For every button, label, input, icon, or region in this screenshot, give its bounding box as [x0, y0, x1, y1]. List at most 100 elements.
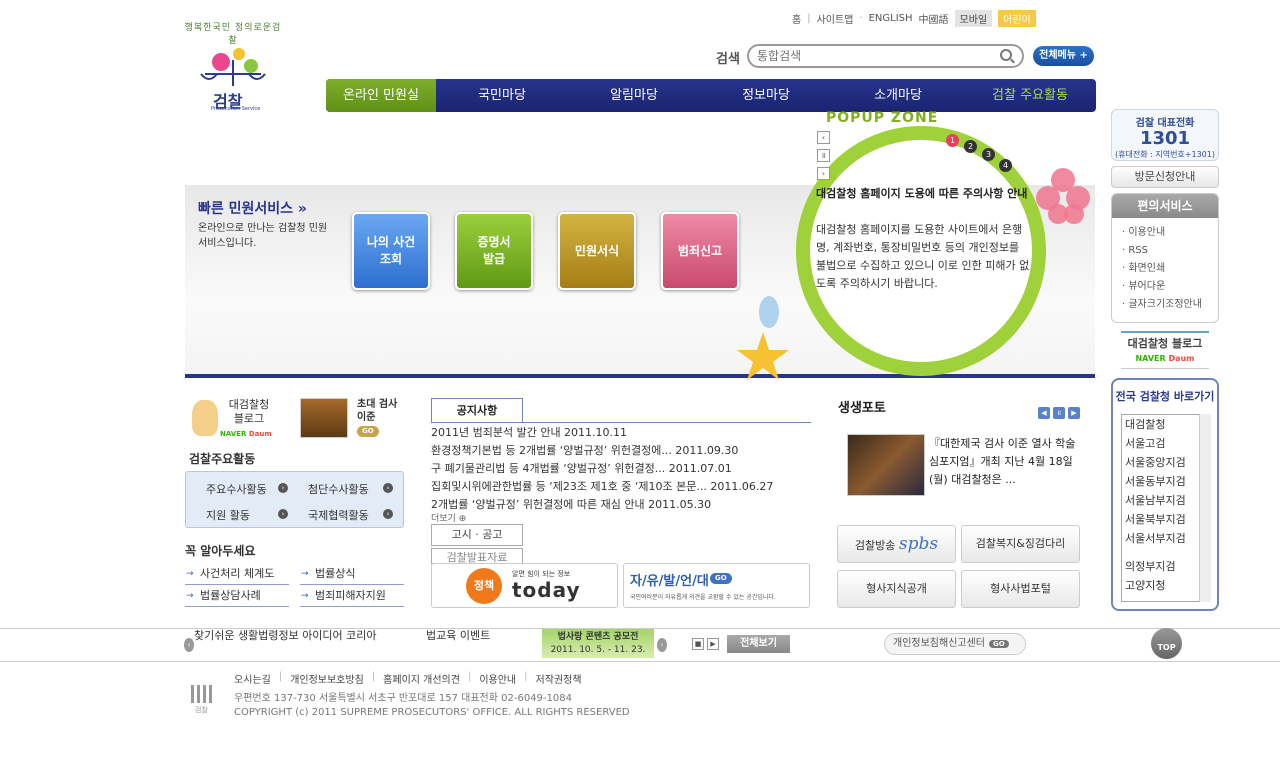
kids-link[interactable]: 어린이 [998, 9, 1036, 27]
spbs-button[interactable]: 검찰방송 spbs [837, 525, 956, 563]
know-victim-support[interactable]: 범죄피해자지원 [300, 585, 404, 607]
nav-online-civil[interactable]: 온라인 민원실 [326, 79, 436, 112]
free-speech-banner[interactable]: 자/유/발/언/대 GO 국민여러분이 자유롭게 의견을 교환할 수 있는 공간… [623, 563, 810, 608]
office-item[interactable]: 서울중앙지검 [1122, 453, 1210, 472]
notice-item[interactable]: 환경정책기본법 등 2개법률 ‘양벌규정’ 위헌결정에... 2011.09.3… [431, 442, 811, 460]
visit-guide-button[interactable]: 방문신청안내 [1111, 166, 1219, 188]
popup-page-3[interactable]: 3 [982, 148, 995, 161]
civil-form-button[interactable]: 민원서식 [558, 212, 636, 290]
law-contest-banner[interactable]: 법사랑 콘텐츠 공모전 2011. 10. 5. - 11. 23. [542, 629, 654, 658]
photo-thumbnail[interactable] [847, 434, 925, 496]
site-logo[interactable]: 행복한국민 정의로운검찰 검찰 Prosecution Service [183, 20, 283, 115]
free-speech-title: 자/유/발/언/대 [630, 574, 709, 589]
office-item[interactable]: 서울동부지검 [1122, 472, 1210, 491]
view-all-button[interactable]: 전체보기 [727, 635, 790, 653]
nav-citizen[interactable]: 국민마당 [436, 79, 568, 112]
chinese-link[interactable]: 中國語 [919, 11, 949, 26]
know-law-basics[interactable]: 법률상식 [300, 563, 404, 585]
search-box [747, 44, 1024, 68]
blog-box-left[interactable]: 대검찰청 블로그 NAVER Daum [190, 398, 280, 442]
nav-notice[interactable]: 알림마당 [568, 79, 700, 112]
popup-next-button[interactable]: › [817, 167, 830, 180]
notice-item[interactable]: 2개법률 ‘양벌규정’ 위헌결정에 따른 재심 안내 2011.05.30 [431, 496, 811, 514]
search-label: 검색 [716, 52, 740, 67]
conv-guide[interactable]: · 이용안내 [1122, 224, 1208, 242]
home-link[interactable]: 홈 [792, 11, 801, 26]
know-case-flow[interactable]: 사건처리 체계도 [185, 563, 289, 585]
crime-report-button[interactable]: 범죄신고 [661, 212, 739, 290]
activity-hightech[interactable]: 첨단수사활동 [308, 481, 369, 497]
conv-fontsize[interactable]: · 글자크기조정안내 [1122, 296, 1208, 314]
justice-portal-button[interactable]: 형사사법포털 [961, 570, 1080, 608]
full-menu-button[interactable]: 전체메뉴 + [1033, 46, 1094, 66]
sitemap-link[interactable]: 사이트맵 [817, 11, 854, 26]
office-item[interactable]: 서울서부지검 [1122, 529, 1210, 548]
footer-directions[interactable]: 오시는길 [234, 671, 271, 686]
activity-main[interactable]: 주요수사활동 [206, 481, 267, 497]
footer-privacy[interactable]: 개인정보보호방침 [290, 671, 364, 686]
notice-more-link[interactable]: 더보기 ⊕ [431, 511, 466, 524]
ticker-item[interactable]: 법교육 이벤트 [426, 628, 490, 644]
my-case-button[interactable]: 나의 사건 조회 [352, 212, 430, 290]
notice-item[interactable]: 2011년 범죄분석 발간 안내 2011.10.11 [431, 424, 811, 442]
ticker-prev-icon[interactable]: ‹ [184, 638, 194, 652]
conv-viewer[interactable]: · 뷰어다운 [1122, 278, 1208, 296]
popup-page-2[interactable]: 2 [964, 140, 977, 153]
footer-guide[interactable]: 이용안내 [479, 671, 516, 686]
knowledge-button[interactable]: 형사지식공개 [837, 570, 956, 608]
office-list[interactable]: 대검찰청 서울고검 서울중앙지검 서울동부지검 서울남부지검 서울북부지검 서울… [1121, 414, 1211, 602]
english-link[interactable]: ENGLISH [869, 13, 913, 24]
certificate-button[interactable]: 증명서 발급 [455, 212, 533, 290]
policy-today-banner[interactable]: 정책 알면 힘이 되는 정보 today [431, 563, 618, 608]
welfare-button[interactable]: 검찰복지&징검다리 [961, 525, 1080, 563]
tab-press-release[interactable]: 검찰발표자료 [431, 548, 523, 564]
office-item[interactable]: 서울남부지검 [1122, 491, 1210, 510]
footer-address-line: 우편번호 137-730 서울특별시 서초구 반포대로 157 대표전화 02-… [234, 693, 572, 704]
office-item[interactable] [1122, 548, 1210, 557]
activities-box: 주요수사활동 › 첨단수사활동 › 지원 활동 › 국제협력활동 › [185, 471, 404, 528]
photo-pause-button[interactable]: ॥ [1053, 407, 1065, 419]
activity-international[interactable]: 국제협력활동 [308, 507, 369, 523]
office-list-scrollbar[interactable] [1199, 414, 1211, 602]
tab-announcement[interactable]: 고시 · 공고 [431, 524, 523, 546]
nav-intro[interactable]: 소개마당 [832, 79, 964, 112]
search-input[interactable] [757, 48, 987, 64]
ticker-stop-button[interactable]: ■ [692, 638, 704, 650]
popup-zone-title: POPUP ZONE [826, 110, 939, 126]
popup-page-4[interactable]: 4 [999, 159, 1012, 172]
photo-prev-button[interactable]: ◀ [1038, 407, 1050, 419]
tab-notice[interactable]: 공지사항 [431, 398, 523, 423]
first-prosecutor-box[interactable]: 초대 검사 이준 GO [300, 398, 400, 442]
activity-support[interactable]: 지원 활동 [206, 507, 250, 523]
office-item[interactable]: 고양지청 [1122, 576, 1210, 595]
photo-caption[interactable]: 『대한제국 검사 이준 열사 학술심포지엄』개최 지난 4월 18일(월) 대검… [929, 435, 1084, 489]
ticker-play-button[interactable]: ▶ [707, 638, 719, 650]
mobile-link[interactable]: 모바일 [954, 9, 993, 27]
footer-links: 오시는길 | 개인정보보호방침 | 홈페이지 개선의견 | 이용안내 | 저작권정책 [234, 671, 582, 686]
ticker-next-icon[interactable]: › [657, 638, 667, 652]
notice-item[interactable]: 구 폐기물관리법 등 4개법률 ‘양벌규정’ 위헌결정... 2011.07.0… [431, 460, 811, 478]
popup-prev-button[interactable]: ‹ [817, 131, 830, 144]
office-item[interactable]: 의정부지검 [1122, 557, 1210, 576]
notice-item[interactable]: 집회및시위에관한법률 등 ‘제23조 제1호 중 ‘제10조 본문... 201… [431, 478, 811, 496]
nav-info[interactable]: 정보마당 [700, 79, 832, 112]
nav-activities[interactable]: 검찰 주요활동 [964, 79, 1096, 112]
conv-rss[interactable]: · RSS [1122, 242, 1208, 260]
office-item[interactable]: 서울고검 [1122, 434, 1210, 453]
search-icon[interactable] [1000, 49, 1012, 61]
popup-page-1[interactable]: 1 [946, 134, 959, 147]
privacy-report-button[interactable]: 개인정보침해신고센터 GO [884, 633, 1026, 655]
top-button[interactable]: TOP [1151, 628, 1182, 668]
know-law-counsel[interactable]: 법률상담사례 [185, 585, 289, 607]
office-item[interactable]: 대검찰청 [1122, 415, 1210, 434]
conv-print[interactable]: · 화면인쇄 [1122, 260, 1208, 278]
popup-pause-button[interactable]: ॥ [817, 149, 830, 162]
prosecutor-go-button[interactable]: GO [357, 426, 379, 437]
footer-feedback[interactable]: 홈페이지 개선의견 [383, 671, 460, 686]
office-item[interactable]: 서울북부지검 [1122, 510, 1210, 529]
blog-box-right[interactable]: 대검찰청 블로그 NAVER Daum [1121, 331, 1209, 369]
footer-copyright-policy[interactable]: 저작권정책 [536, 671, 582, 686]
photo-next-button[interactable]: ▶ [1068, 407, 1080, 419]
ticker-item[interactable]: 찾기쉬운 생활법령정보 아이디어 코리아 [194, 628, 377, 644]
popup-headline[interactable]: 대검찰청 홈페이지 도용에 따른 주의사항 안내 [816, 185, 1041, 202]
